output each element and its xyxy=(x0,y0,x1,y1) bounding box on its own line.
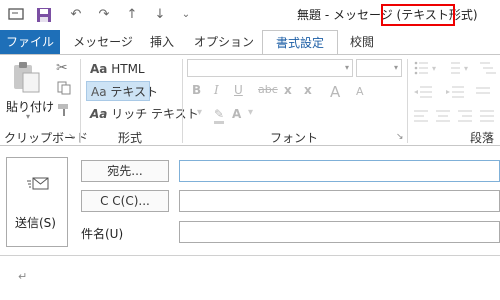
compose-area: 送信(S) 宛先... C C(C)... 件名(U) ↵ xyxy=(0,147,500,300)
up-arrow-icon[interactable]: ↑ xyxy=(124,7,140,23)
format-text-label: テキスト xyxy=(110,85,159,99)
title-bar: ↶ ↷ ↑ ↓ ⌄ 無題 - メッセージ (テキスト形式) xyxy=(0,0,500,30)
to-field[interactable] xyxy=(179,160,500,182)
align-center-icon[interactable] xyxy=(436,109,452,126)
chevron-down-icon: ▾ xyxy=(393,63,398,72)
group-divider xyxy=(407,59,408,143)
redo-icon[interactable]: ↷ xyxy=(96,7,112,23)
multilevel-list-icon[interactable] xyxy=(480,61,500,78)
paste-button[interactable]: 貼り付け ▾ xyxy=(6,60,54,121)
format-text-button[interactable]: Aa テキスト xyxy=(86,81,158,101)
group-divider xyxy=(80,59,81,143)
save-icon[interactable] xyxy=(36,7,52,23)
align-right-icon[interactable] xyxy=(458,109,474,126)
ribbon: 貼り付け ▾ ✂ クリップボード ↘ Aa HTML Aa テキスト Aa リッ… xyxy=(0,54,500,146)
subject-field[interactable] xyxy=(179,221,500,243)
bullets-icon[interactable]: ▾ xyxy=(414,61,440,78)
tab-review[interactable]: 校閲 xyxy=(340,30,384,54)
tab-format-text[interactable]: 書式設定 xyxy=(262,30,338,54)
format-group-label: 形式 xyxy=(118,131,143,145)
chevron-down-icon[interactable]: ▾ xyxy=(197,107,202,118)
minimize-box-icon[interactable] xyxy=(8,7,24,23)
font-name-combo[interactable]: ▾ xyxy=(187,59,353,77)
svg-text:▾: ▾ xyxy=(432,64,436,73)
font-size-combo[interactable]: ▾ xyxy=(356,59,402,77)
subscript-button[interactable]: x xyxy=(284,83,292,97)
tab-options[interactable]: オプション xyxy=(190,30,258,54)
paste-dropdown-icon[interactable]: ▾ xyxy=(26,112,30,121)
down-arrow-icon[interactable]: ↓ xyxy=(152,7,168,23)
customize-qat-icon[interactable]: ⌄ xyxy=(178,7,194,23)
shrink-font-button[interactable]: A xyxy=(356,85,364,98)
message-body[interactable]: ↵ xyxy=(0,255,500,300)
sort-icon[interactable] xyxy=(476,85,496,102)
tab-message[interactable]: メッセージ xyxy=(66,30,140,54)
aa-icon: Aa xyxy=(90,107,108,121)
paste-icon xyxy=(14,62,40,93)
increase-indent-icon[interactable] xyxy=(446,85,466,102)
chevron-down-icon[interactable]: ▾ xyxy=(248,107,253,118)
paragraph-group-label: 段落 xyxy=(470,131,495,145)
ribbon-tabs: ファイル メッセージ 挿入 オプション 書式設定 校閲 xyxy=(0,30,500,54)
copy-icon[interactable] xyxy=(57,81,71,98)
justify-icon[interactable] xyxy=(480,109,496,126)
send-label: 送信(S) xyxy=(15,216,56,230)
subject-label: 件名(U) xyxy=(81,227,124,241)
font-group-label: フォント xyxy=(270,131,319,145)
underline-button[interactable]: U xyxy=(234,83,243,97)
strikethrough-button[interactable]: abc xyxy=(258,83,278,96)
highlight-color-icon[interactable]: ✎ xyxy=(214,107,225,124)
format-html-button[interactable]: Aa HTML xyxy=(86,59,145,79)
cc-button[interactable]: C C(C)... xyxy=(81,190,169,212)
title-highlight-box xyxy=(381,4,455,26)
to-button[interactable]: 宛先... xyxy=(81,160,169,182)
format-html-label: HTML xyxy=(111,62,145,76)
tab-insert[interactable]: 挿入 xyxy=(140,30,184,54)
chevron-down-icon: ▾ xyxy=(344,63,349,72)
aa-icon: Aa xyxy=(91,85,107,99)
align-left-icon[interactable] xyxy=(414,109,430,126)
send-button[interactable]: 送信(S) xyxy=(6,157,68,247)
svg-text:▾: ▾ xyxy=(464,64,468,73)
bold-button[interactable]: B xyxy=(192,83,201,97)
paragraph-mark: ↵ xyxy=(18,270,28,283)
cc-field[interactable] xyxy=(179,190,500,212)
group-divider xyxy=(182,59,183,143)
format-richtext-label: リッチ テキスト xyxy=(111,107,199,121)
numbering-icon[interactable]: ▾ xyxy=(446,61,472,78)
aa-icon: Aa xyxy=(90,62,108,76)
format-painter-icon[interactable] xyxy=(57,103,71,120)
cut-icon[interactable]: ✂ xyxy=(56,60,68,76)
italic-button[interactable]: I xyxy=(214,83,219,97)
font-launcher-icon[interactable]: ↘ xyxy=(396,132,404,142)
grow-font-button[interactable]: A xyxy=(330,83,340,101)
decrease-indent-icon[interactable] xyxy=(414,85,434,102)
clipboard-launcher-icon[interactable]: ↘ xyxy=(68,132,76,142)
tab-file[interactable]: ファイル xyxy=(0,30,60,54)
superscript-button[interactable]: x xyxy=(304,83,312,97)
font-color-button[interactable]: A xyxy=(232,107,241,121)
send-icon xyxy=(27,176,49,195)
undo-icon[interactable]: ↶ xyxy=(68,7,84,23)
